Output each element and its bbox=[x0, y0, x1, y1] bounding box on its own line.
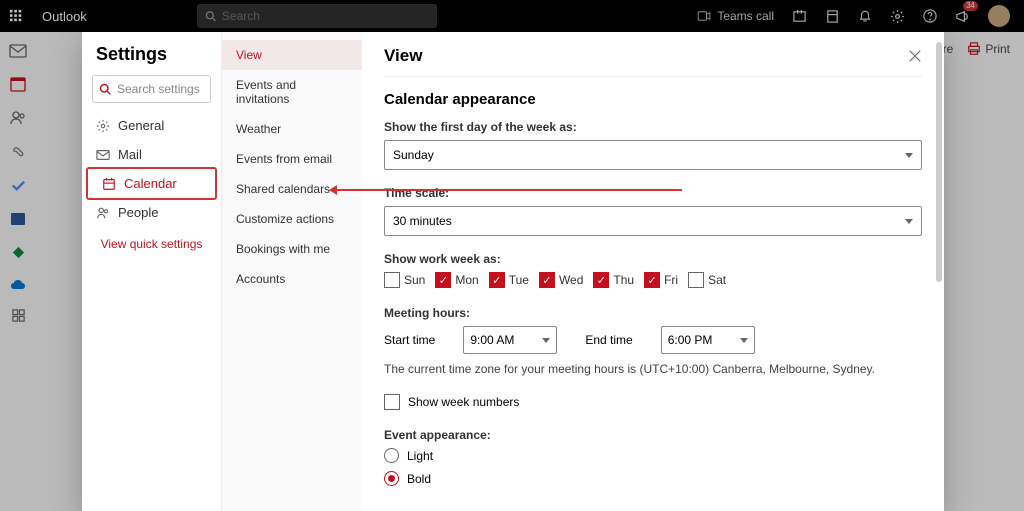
people-icon bbox=[96, 206, 110, 220]
chevron-down-icon bbox=[740, 338, 748, 347]
settings-search[interactable]: Search settings bbox=[92, 75, 211, 103]
subnav-events-invitations[interactable]: Events and invitations bbox=[222, 70, 362, 114]
settings-nav-people[interactable]: People bbox=[82, 198, 221, 227]
day-label: Wed bbox=[559, 273, 583, 287]
day-wed[interactable]: ✓ Wed bbox=[539, 272, 583, 288]
day-label: Mon bbox=[455, 273, 478, 287]
timescale-value: 30 minutes bbox=[393, 214, 452, 228]
subnav-customize-actions[interactable]: Customize actions bbox=[222, 204, 362, 234]
chevron-down-icon bbox=[905, 219, 913, 228]
checkbox[interactable]: ✓ bbox=[644, 272, 660, 288]
settings-nav-calendar[interactable]: Calendar bbox=[88, 169, 215, 198]
settings-subnav: View Events and invitations Weather Even… bbox=[222, 32, 362, 511]
chevron-down-icon bbox=[542, 338, 550, 347]
settings-title: Settings bbox=[82, 44, 221, 75]
end-time-label: End time bbox=[585, 333, 632, 347]
day-tue[interactable]: ✓ Tue bbox=[489, 272, 529, 288]
end-time-select[interactable]: 6:00 PM bbox=[661, 326, 755, 354]
subnav-view[interactable]: View bbox=[222, 40, 362, 70]
start-time-value: 9:00 AM bbox=[470, 333, 514, 347]
checkbox[interactable]: ✓ bbox=[489, 272, 505, 288]
appearance-light-radio[interactable] bbox=[384, 448, 399, 463]
close-icon bbox=[908, 49, 922, 63]
settings-nav-mail[interactable]: Mail bbox=[82, 140, 221, 169]
annotation-highlight: Calendar bbox=[86, 167, 217, 200]
day-sat[interactable]: Sat bbox=[688, 272, 726, 288]
day-label: Sat bbox=[708, 273, 726, 287]
day-fri[interactable]: ✓ Fri bbox=[644, 272, 678, 288]
checkbox[interactable]: ✓ bbox=[435, 272, 451, 288]
subnav-weather[interactable]: Weather bbox=[222, 114, 362, 144]
mail-icon bbox=[96, 148, 110, 162]
day-sun[interactable]: Sun bbox=[384, 272, 425, 288]
first-day-label: Show the first day of the week as: bbox=[384, 120, 922, 134]
show-weeknums-label: Show week numbers bbox=[408, 395, 519, 409]
annotation-arrow bbox=[332, 189, 682, 191]
first-day-select[interactable]: Sunday bbox=[384, 140, 922, 170]
day-mon[interactable]: ✓ Mon bbox=[435, 272, 478, 288]
day-label: Fri bbox=[664, 273, 678, 287]
workweek-days: Sun ✓ Mon ✓ Tue ✓ Wed ✓ Thu ✓ Fri Sat bbox=[384, 272, 922, 288]
day-label: Tue bbox=[509, 273, 529, 287]
subnav-events-email[interactable]: Events from email bbox=[222, 144, 362, 174]
workweek-label: Show work week as: bbox=[384, 252, 922, 266]
view-quick-settings-link[interactable]: View quick settings bbox=[82, 227, 221, 261]
meeting-hours-label: Meeting hours: bbox=[384, 306, 922, 320]
appearance-bold-radio[interactable] bbox=[384, 471, 399, 486]
first-day-value: Sunday bbox=[393, 148, 434, 162]
checkbox[interactable] bbox=[384, 272, 400, 288]
subnav-accounts[interactable]: Accounts bbox=[222, 264, 362, 294]
day-thu[interactable]: ✓ Thu bbox=[593, 272, 634, 288]
nav-label: Calendar bbox=[124, 176, 177, 191]
panel-title: View bbox=[384, 46, 422, 66]
settings-nav-general[interactable]: General bbox=[82, 111, 221, 140]
settings-panel: View Calendar appearance Show the first … bbox=[362, 32, 944, 511]
settings-dialog: Settings Search settings General Mail Ca… bbox=[82, 32, 944, 511]
timescale-select[interactable]: 30 minutes bbox=[384, 206, 922, 236]
chevron-down-icon bbox=[905, 153, 913, 162]
calendar-icon bbox=[102, 177, 116, 191]
appearance-bold-label: Bold bbox=[407, 472, 431, 486]
timezone-note: The current time zone for your meeting h… bbox=[384, 362, 922, 376]
nav-label: People bbox=[118, 205, 158, 220]
section-title: Calendar appearance bbox=[384, 91, 922, 108]
scrollbar[interactable] bbox=[936, 42, 942, 282]
start-time-label: Start time bbox=[384, 333, 435, 347]
checkbox[interactable] bbox=[688, 272, 704, 288]
checkbox[interactable]: ✓ bbox=[593, 272, 609, 288]
day-label: Thu bbox=[613, 273, 634, 287]
show-weeknums-checkbox[interactable] bbox=[384, 394, 400, 410]
nav-label: General bbox=[118, 118, 164, 133]
day-label: Sun bbox=[404, 273, 425, 287]
start-time-select[interactable]: 9:00 AM bbox=[463, 326, 557, 354]
gear-icon bbox=[96, 119, 110, 133]
end-time-value: 6:00 PM bbox=[668, 333, 713, 347]
nav-label: Mail bbox=[118, 147, 142, 162]
subnav-bookings[interactable]: Bookings with me bbox=[222, 234, 362, 264]
event-appearance-label: Event appearance: bbox=[384, 428, 922, 442]
settings-search-placeholder: Search settings bbox=[117, 82, 200, 96]
close-button[interactable] bbox=[908, 49, 922, 63]
appearance-light-label: Light bbox=[407, 449, 433, 463]
settings-nav: Settings Search settings General Mail Ca… bbox=[82, 32, 222, 511]
checkbox[interactable]: ✓ bbox=[539, 272, 555, 288]
search-icon bbox=[99, 83, 111, 95]
